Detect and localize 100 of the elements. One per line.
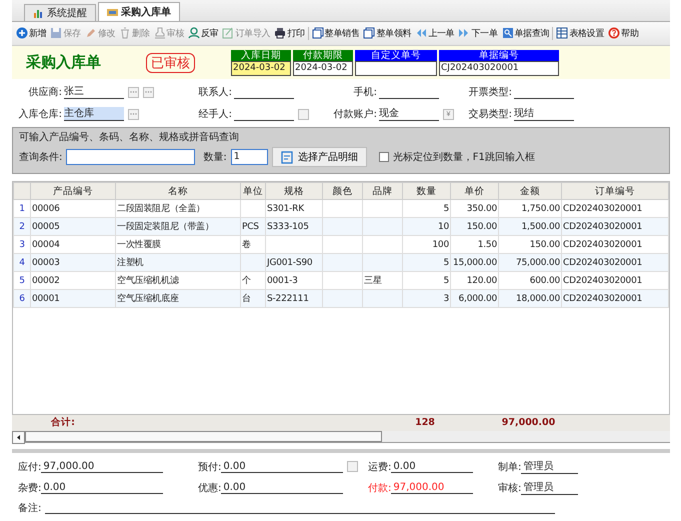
input-field[interactable]: 0.00	[221, 482, 344, 494]
input-field[interactable]: 张三	[64, 85, 124, 100]
input-field[interactable]: CJ202403020001	[439, 60, 559, 76]
field-label: 经手人:	[198, 108, 232, 122]
column-header[interactable]: 颜色	[322, 182, 362, 200]
table-cell: 150.00	[450, 218, 498, 236]
toolbar-button[interactable]: 整单领料	[363, 26, 412, 40]
dots-icon	[130, 91, 137, 94]
field-label: 应付:	[18, 460, 42, 474]
column-header[interactable]: 名称	[116, 182, 240, 200]
table-cell: S-222111	[266, 290, 322, 308]
input-field[interactable]	[355, 60, 437, 76]
list-icon	[280, 150, 294, 164]
checkbox[interactable]	[378, 152, 389, 162]
scroll-left-icon[interactable]	[12, 431, 25, 444]
printer-icon	[274, 27, 286, 40]
toolbar-button[interactable]: 反审	[188, 26, 218, 40]
status-stamp: 已审核	[146, 52, 195, 73]
person-icon	[188, 27, 200, 40]
table-cell: CD202403020001	[562, 290, 668, 308]
row-number: 2	[14, 218, 30, 236]
column-header[interactable]: 规格	[266, 182, 322, 200]
field-label: 联系人:	[198, 86, 232, 100]
column-header[interactable]: 单价	[450, 182, 498, 200]
toolbar-button[interactable]: 打印	[274, 26, 305, 40]
input-field[interactable]: 主仓库	[64, 107, 124, 122]
table-cell: 一段固定装阻尼（带盖）	[116, 218, 240, 236]
field-label: 开票类型:	[468, 86, 512, 100]
table-cell: 75,000.00	[498, 254, 562, 272]
field-label: 查询条件:	[19, 150, 62, 164]
column-header[interactable]: 金额	[498, 182, 562, 200]
input-field[interactable]: 现结	[514, 107, 574, 122]
table-cell: 00005	[30, 218, 116, 236]
help-icon	[608, 27, 620, 40]
input-field[interactable]: 0.00	[221, 460, 344, 472]
toolbar-button[interactable]: 表格设置	[556, 26, 604, 40]
field-label: 预付:	[198, 460, 222, 474]
input-field[interactable]: 97,000.00	[41, 460, 164, 472]
row-number: 4	[14, 254, 30, 272]
picker-button[interactable]	[128, 86, 139, 98]
toolbar-button[interactable]: 上一单	[415, 26, 454, 40]
table-cell: 台	[240, 290, 266, 308]
field-label: 付款:	[368, 482, 392, 494]
tab[interactable]: 系统提醒	[24, 4, 96, 21]
totals-label: 合计:	[50, 416, 76, 430]
input-field[interactable]: 管理员	[521, 480, 578, 495]
column-header[interactable]: 数量	[402, 182, 450, 200]
table-cell: 6,000.00	[450, 290, 498, 308]
document-icon	[363, 27, 376, 40]
picker-button[interactable]	[143, 86, 154, 98]
field-label: 交易类型:	[468, 108, 512, 122]
field-label: 付款期限	[293, 50, 353, 61]
field-label: 手机:	[352, 86, 377, 100]
input-field[interactable]: 管理员	[521, 459, 578, 474]
field-label: 杂费:	[18, 482, 42, 494]
quantity-field[interactable]: 1	[230, 149, 268, 166]
field-label: 数量:	[203, 151, 227, 164]
column-header[interactable]: 品牌	[362, 182, 402, 200]
column-header[interactable]: 订单编号	[562, 182, 668, 200]
toolbar-button[interactable]: 单据查询	[502, 26, 550, 40]
dots-icon	[145, 91, 152, 94]
column-header[interactable]: 单位	[240, 182, 266, 200]
double-left-icon	[415, 27, 428, 40]
input-field[interactable]: 现金	[379, 107, 439, 122]
tab[interactable]: 采购入库单	[98, 2, 180, 21]
toolbar-button[interactable]: 新增	[16, 26, 46, 40]
field-label: 优惠:	[198, 482, 222, 494]
table-cell: 00001	[30, 290, 116, 308]
document-icon	[312, 27, 324, 40]
select-product-button[interactable]: 选择产品明细	[272, 147, 367, 168]
table-cell: PCS	[240, 218, 266, 236]
field-label: 备注:	[18, 502, 42, 515]
table-cell: 1,500.00	[498, 218, 562, 236]
table-icon	[556, 27, 568, 40]
field-label: 自定义单号	[355, 50, 437, 61]
column-header[interactable]: 产品编号	[30, 182, 116, 200]
row-number: 6	[14, 290, 30, 308]
input-field[interactable]: 2024-03-02	[293, 60, 353, 76]
scrollbar-thumb[interactable]	[25, 431, 382, 442]
input-field[interactable]: 97,000.00	[391, 482, 474, 494]
toolbar-button[interactable]: 整单销售	[312, 26, 360, 40]
chart-icon	[33, 8, 44, 18]
group-title: 可输入产品编号、条码、名称、规格或拼音码查询	[19, 130, 240, 144]
input-field[interactable]: 2024-03-02	[231, 60, 291, 76]
field-label: 审核:	[498, 482, 522, 494]
pencil-icon	[84, 27, 97, 40]
dots-icon	[130, 113, 137, 116]
field-label: 入库日期	[231, 50, 291, 61]
field-label: 入库仓库:	[18, 108, 62, 122]
stamp-icon	[154, 27, 166, 40]
toolbar-button[interactable]: 帮助	[608, 26, 639, 40]
form-title: 采购入库单	[26, 53, 102, 72]
toolbar-button[interactable]: 下一单	[458, 26, 498, 40]
input-field[interactable]: 0.00	[391, 460, 474, 472]
input-field[interactable]: 0.00	[41, 482, 164, 494]
picker-button[interactable]	[128, 108, 139, 120]
search-icon	[502, 27, 514, 40]
search-field[interactable]	[66, 149, 196, 166]
table-cell: 空气压缩机底座	[116, 290, 240, 308]
plus-icon	[16, 27, 28, 40]
